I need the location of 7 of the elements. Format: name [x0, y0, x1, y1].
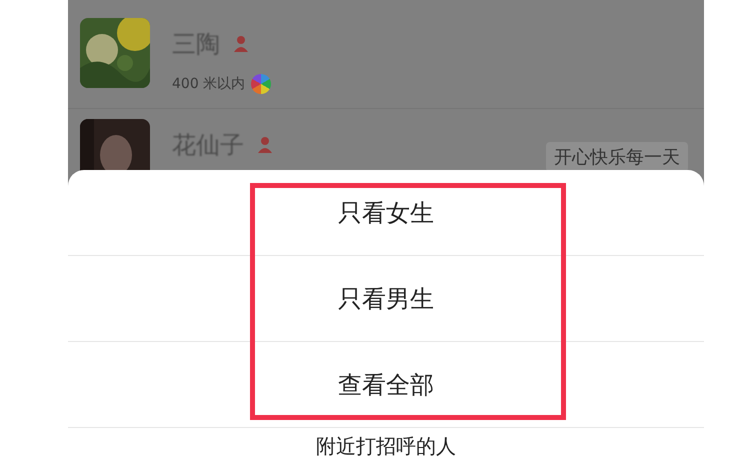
signature-tag: 开心快乐每一天	[546, 142, 688, 172]
menu-option[interactable]: 查看全部	[338, 368, 434, 400]
menu-option[interactable]: 只看女生	[338, 196, 434, 228]
shutter-icon	[251, 74, 272, 94]
menu-option[interactable]: 附近打招呼的人	[316, 434, 456, 458]
menu-option[interactable]: 只看男生	[338, 282, 434, 314]
distance-text: 400 米以内	[172, 75, 246, 93]
